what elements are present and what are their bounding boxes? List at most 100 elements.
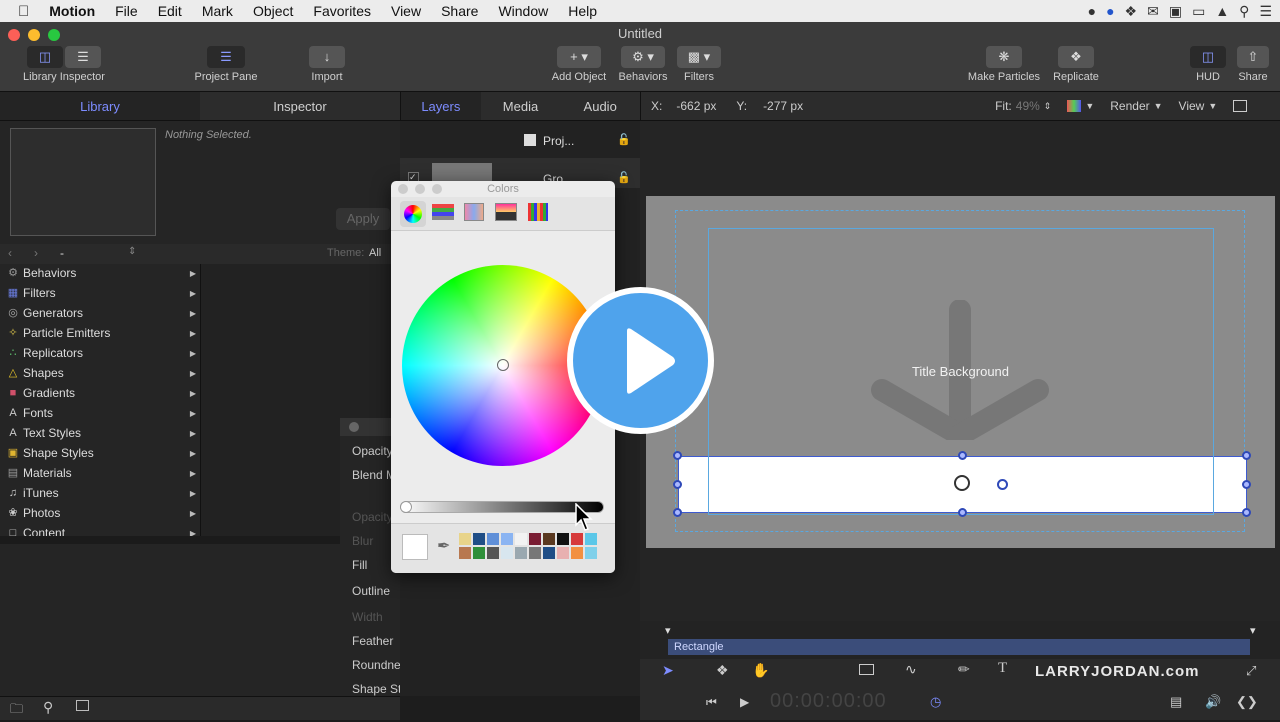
- menu-share[interactable]: Share: [431, 3, 488, 19]
- search-icon[interactable]: ⚲: [43, 699, 53, 716]
- image-palettes-icon[interactable]: [495, 203, 517, 221]
- library-category-row[interactable]: ◎ Generators ▶: [0, 303, 200, 323]
- library-category-row[interactable]: △ Shapes ▶: [0, 363, 200, 383]
- status-blue-icon[interactable]: ●: [1106, 3, 1114, 19]
- library-category-row[interactable]: ♫ iTunes ▶: [0, 483, 200, 503]
- theme-popup[interactable]: All: [369, 247, 381, 259]
- color-swatch[interactable]: [529, 533, 541, 545]
- rotation-handle[interactable]: [997, 479, 1008, 490]
- library-icon[interactable]: ◫: [27, 46, 63, 68]
- color-swatch[interactable]: [515, 533, 527, 545]
- preview-toggle-icon[interactable]: [76, 700, 89, 711]
- tab-media[interactable]: Media: [481, 92, 561, 120]
- forward-arrow-icon[interactable]: ›: [34, 246, 38, 260]
- layer-project[interactable]: Proj...: [543, 134, 574, 148]
- spotlight-search-icon[interactable]: ⚲: [1239, 3, 1249, 20]
- color-swatch[interactable]: [585, 533, 597, 545]
- fit-stepper-icon[interactable]: ⇕: [1044, 101, 1052, 112]
- library-category-row[interactable]: ■ Gradients ▶: [0, 383, 200, 403]
- chevron-down-icon[interactable]: ▼: [1154, 101, 1163, 111]
- rectangle-tool-icon[interactable]: [859, 664, 874, 675]
- library-category-row[interactable]: ⚙ Behaviors ▶: [0, 263, 200, 283]
- back-arrow-icon[interactable]: ‹: [8, 246, 12, 260]
- add-object-button[interactable]: + ▾ Add Object: [548, 46, 610, 83]
- paint-stroke-tool-icon[interactable]: ✏: [958, 661, 970, 678]
- menu-window[interactable]: Window: [488, 3, 558, 19]
- tab-audio[interactable]: Audio: [560, 92, 640, 120]
- disclosure-arrow-icon[interactable]: ▶: [190, 469, 196, 478]
- library-category-row[interactable]: A Text Styles ▶: [0, 423, 200, 443]
- make-particles-button[interactable]: ❋ Make Particles: [964, 46, 1044, 83]
- color-wheel-tab[interactable]: [400, 201, 426, 227]
- anchor-point-icon[interactable]: [954, 475, 970, 491]
- resize-handle-b[interactable]: [958, 508, 967, 517]
- replicate-button[interactable]: ❖ Replicate: [1048, 46, 1104, 83]
- menu-app[interactable]: Motion: [39, 3, 105, 19]
- menu-object[interactable]: Object: [243, 3, 303, 19]
- folder-icon[interactable]: 🗀: [10, 700, 23, 722]
- color-swatch[interactable]: [459, 533, 471, 545]
- bezier-tool-icon[interactable]: ∿: [905, 661, 917, 678]
- disclosure-arrow-icon[interactable]: ▶: [190, 409, 196, 418]
- inspector-icon[interactable]: ☰: [65, 46, 101, 68]
- text-tool-icon[interactable]: T: [998, 660, 1007, 677]
- layout-icon[interactable]: [1233, 100, 1248, 112]
- resize-handle-tl[interactable]: [673, 451, 682, 460]
- import-button[interactable]: ↓ Import: [304, 46, 350, 83]
- disclosure-arrow-icon[interactable]: ▶: [190, 429, 196, 438]
- resize-handle-l[interactable]: [673, 480, 682, 489]
- tab-layers[interactable]: Layers: [401, 92, 481, 120]
- tab-library[interactable]: Library: [0, 92, 200, 120]
- color-swatch[interactable]: [473, 533, 485, 545]
- color-swatch[interactable]: [501, 547, 513, 559]
- menu-edit[interactable]: Edit: [148, 3, 192, 19]
- fit-value[interactable]: 49%: [1016, 99, 1040, 113]
- color-swatch[interactable]: [571, 547, 583, 559]
- stepper-icon[interactable]: ⇕: [128, 246, 136, 257]
- resize-handle-bl[interactable]: [673, 508, 682, 517]
- color-swatch[interactable]: [501, 533, 513, 545]
- brightness-slider-knob[interactable]: [400, 501, 412, 513]
- select-tool-icon[interactable]: ➤: [662, 662, 674, 679]
- out-point-icon[interactable]: ▾: [1250, 624, 1256, 637]
- current-color-well[interactable]: [402, 534, 428, 560]
- timecode-display[interactable]: 00:00:00:00: [770, 690, 887, 713]
- chevron-down-icon[interactable]: ▼: [1208, 101, 1217, 111]
- library-path-popup[interactable]: -: [60, 246, 64, 260]
- resize-handle-br[interactable]: [1242, 508, 1251, 517]
- notification-list-icon[interactable]: ☰: [1259, 3, 1272, 20]
- filters-button[interactable]: ▩ ▾ Filters: [676, 46, 722, 83]
- brightness-slider[interactable]: [400, 501, 604, 513]
- color-swatch[interactable]: [459, 547, 471, 559]
- video-play-button[interactable]: [567, 287, 714, 434]
- color-swatch[interactable]: [515, 547, 527, 559]
- resize-handle-tr[interactable]: [1242, 451, 1251, 460]
- menu-file[interactable]: File: [105, 3, 148, 19]
- play-icon[interactable]: ▶: [740, 695, 749, 709]
- go-to-start-icon[interactable]: ⏮: [706, 695, 717, 710]
- menu-view[interactable]: View: [381, 3, 431, 19]
- library-category-row[interactable]: ✧ Particle Emitters ▶: [0, 323, 200, 343]
- color-swatch[interactable]: [487, 547, 499, 559]
- library-category-row[interactable]: ▤ Materials ▶: [0, 463, 200, 483]
- disclosure-arrow-icon[interactable]: ▶: [190, 329, 196, 338]
- color-swatch[interactable]: [543, 533, 555, 545]
- resize-handle-t[interactable]: [958, 451, 967, 460]
- menu-help[interactable]: Help: [558, 3, 607, 19]
- audio-volume-icon[interactable]: 🔊: [1205, 694, 1221, 710]
- disclosure-arrow-icon[interactable]: ▶: [190, 289, 196, 298]
- timeline-clip-bar[interactable]: [668, 639, 1250, 655]
- apply-button[interactable]: Apply: [336, 208, 390, 230]
- messages-icon[interactable]: ✉: [1147, 3, 1159, 20]
- lock-icon[interactable]: 🔓: [617, 133, 631, 146]
- color-swatch[interactable]: [557, 547, 569, 559]
- share-button[interactable]: ⇧ Share: [1235, 46, 1271, 83]
- creative-cloud-icon[interactable]: ●: [1088, 3, 1096, 19]
- film-strip-icon[interactable]: ▤: [1170, 694, 1182, 710]
- expand-timeline-icon[interactable]: ❮❯: [1236, 694, 1258, 710]
- lock-icon[interactable]: 🔓: [617, 171, 631, 184]
- disclosure-arrow-icon[interactable]: ▶: [190, 349, 196, 358]
- camera-icon[interactable]: ▣: [1169, 3, 1182, 20]
- color-channels-icon[interactable]: [1067, 100, 1082, 112]
- airplay-icon[interactable]: ▭: [1192, 3, 1205, 20]
